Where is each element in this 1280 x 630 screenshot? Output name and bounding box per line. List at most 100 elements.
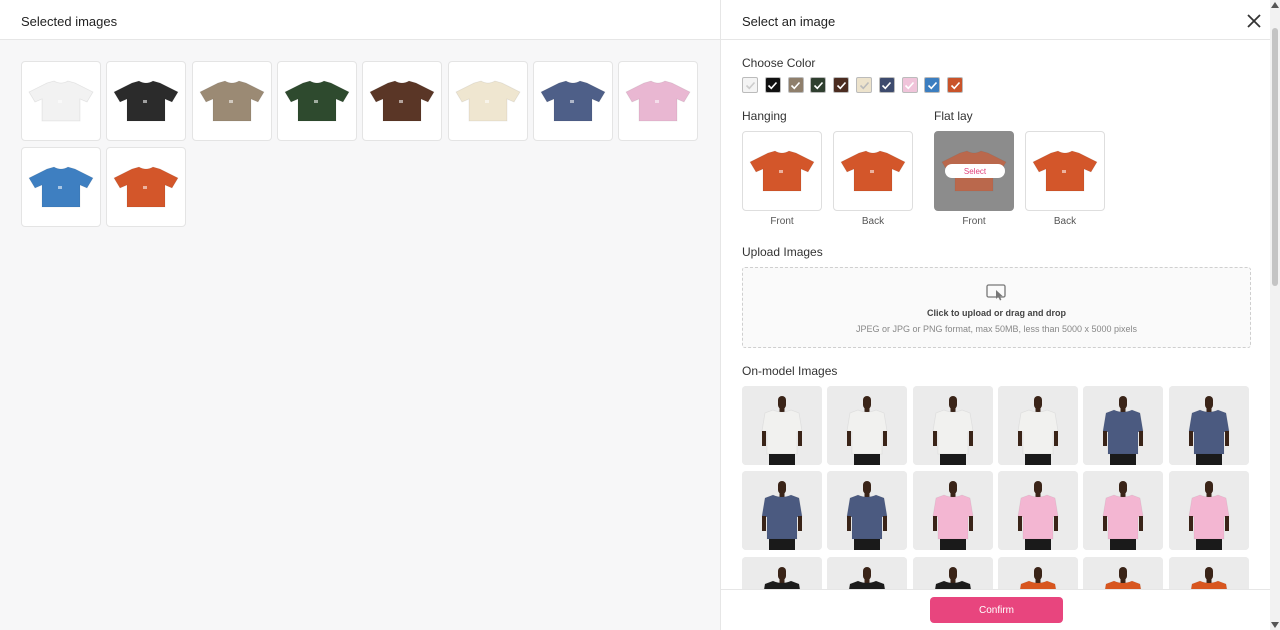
- onmodel-images-label: On-model Images: [742, 364, 838, 378]
- tshirt-image: [28, 166, 94, 208]
- checkmark-icon: [882, 81, 892, 89]
- tshirt-image: [284, 80, 350, 122]
- checkmark-icon: [859, 81, 869, 89]
- selected-image-tile[interactable]: [21, 61, 101, 141]
- close-icon[interactable]: [1246, 13, 1262, 29]
- onmodel-image-tile[interactable]: [912, 556, 993, 590]
- tshirt-image: [199, 80, 265, 122]
- onmodel-image-tile[interactable]: [912, 471, 993, 551]
- checkmark-icon: [745, 81, 755, 89]
- color-swatch[interactable]: [924, 77, 941, 93]
- flatlay-back-label: Back: [1053, 216, 1077, 227]
- hanging-back-card[interactable]: [833, 131, 913, 211]
- selected-image-tile[interactable]: [106, 61, 187, 141]
- onmodel-image-tile[interactable]: [827, 386, 908, 465]
- model-photo: [997, 471, 1078, 551]
- onmodel-image-tile[interactable]: [827, 556, 908, 590]
- tshirt-image: [840, 150, 906, 192]
- checkmark-icon: [950, 81, 960, 89]
- drawer-scrollbar[interactable]: [1270, 0, 1280, 630]
- drawer-title: Select an image: [742, 14, 836, 29]
- model-photo: [1168, 471, 1249, 551]
- hanging-front-label: Front: [770, 216, 794, 227]
- model-photo: [1168, 386, 1249, 465]
- color-swatch[interactable]: [833, 77, 850, 93]
- tshirt-image: [454, 80, 521, 122]
- selected-image-tile[interactable]: [532, 61, 613, 141]
- tshirt-image: [113, 166, 179, 208]
- onmodel-image-tile[interactable]: [997, 556, 1078, 590]
- onmodel-image-tile[interactable]: [742, 471, 822, 551]
- color-swatch[interactable]: [742, 77, 758, 93]
- hanging-label: Hanging: [742, 109, 787, 123]
- onmodel-image-tile[interactable]: [1083, 386, 1164, 465]
- tshirt-image: [28, 80, 94, 122]
- flatlay-front-label: Front: [962, 216, 986, 227]
- model-photo: [912, 471, 993, 551]
- onmodel-image-tile[interactable]: [997, 386, 1078, 465]
- drawer-footer: Confirm: [721, 589, 1271, 630]
- selected-images-header: Selected images: [0, 0, 720, 40]
- upload-images-label: Upload Images: [742, 245, 823, 259]
- model-photo: [1168, 556, 1249, 590]
- drawer-body: Choose Color Hanging Flat lay Front Back…: [721, 40, 1271, 590]
- model-photo: [1083, 556, 1164, 590]
- scroll-down-arrow-icon[interactable]: [1271, 622, 1279, 628]
- hanging-back-label: Back: [861, 216, 885, 227]
- color-swatch[interactable]: [810, 77, 827, 93]
- color-swatch[interactable]: [856, 77, 872, 93]
- hanging-front-card[interactable]: [742, 131, 822, 211]
- model-photo: [1083, 471, 1164, 551]
- selected-image-tile[interactable]: [21, 147, 101, 227]
- checkmark-icon: [791, 81, 801, 89]
- checkmark-icon: [927, 81, 937, 89]
- color-swatch[interactable]: [878, 77, 895, 93]
- model-photo: [912, 556, 993, 590]
- checkmark-icon: [836, 81, 846, 89]
- flatlay-label: Flat lay: [934, 109, 973, 123]
- upload-cursor-icon: [986, 284, 1006, 301]
- selected-image-tile[interactable]: [618, 61, 699, 141]
- confirm-button[interactable]: Confirm: [930, 597, 1063, 623]
- selected-image-tile[interactable]: [447, 61, 528, 141]
- choose-color-label: Choose Color: [742, 56, 816, 70]
- upload-format-hint: JPEG or JPG or PNG format, max 50MB, les…: [855, 324, 1138, 334]
- selected-image-tile[interactable]: [191, 61, 272, 141]
- onmodel-image-tile[interactable]: [1083, 556, 1164, 590]
- model-photo: [827, 556, 908, 590]
- onmodel-image-tile[interactable]: [1168, 471, 1249, 551]
- flatlay-back-card[interactable]: [1025, 131, 1105, 211]
- model-photo: [1083, 386, 1164, 465]
- scrollbar-thumb[interactable]: [1272, 28, 1278, 286]
- color-swatch[interactable]: [787, 77, 804, 93]
- selected-image-tile[interactable]: [362, 61, 443, 141]
- color-swatch[interactable]: [764, 77, 781, 93]
- flatlay-front-card[interactable]: Select: [934, 131, 1014, 211]
- tshirt-image: [749, 150, 815, 192]
- color-swatch[interactable]: [901, 77, 918, 93]
- onmodel-image-tile[interactable]: [912, 386, 993, 465]
- model-photo: [742, 386, 822, 465]
- selected-image-tile[interactable]: [276, 61, 357, 141]
- scroll-up-arrow-icon[interactable]: [1271, 2, 1279, 8]
- tshirt-image: [1032, 150, 1098, 192]
- selected-image-tile[interactable]: [106, 147, 187, 227]
- model-photo: [827, 471, 908, 551]
- onmodel-image-tile[interactable]: [1083, 471, 1164, 551]
- select-pill-button[interactable]: Select: [945, 164, 1005, 178]
- select-image-drawer: Select an image Choose Color Hanging Fla…: [720, 0, 1280, 630]
- onmodel-image-tile[interactable]: [1168, 556, 1249, 590]
- onmodel-image-tile[interactable]: [1168, 386, 1249, 465]
- model-photo: [827, 386, 908, 465]
- onmodel-image-tile[interactable]: [742, 556, 822, 590]
- upload-dropzone[interactable]: Click to upload or drag and drop JPEG or…: [742, 267, 1251, 348]
- onmodel-image-tile[interactable]: [827, 471, 908, 551]
- color-swatch[interactable]: [947, 77, 964, 93]
- onmodel-image-tile[interactable]: [997, 471, 1078, 551]
- model-photo: [997, 386, 1078, 465]
- onmodel-image-tile[interactable]: [742, 386, 822, 465]
- drawer-header: Select an image: [721, 0, 1280, 40]
- upload-instructions: Click to upload or drag and drop: [926, 308, 1066, 318]
- tshirt-image: [369, 80, 435, 122]
- selected-images-panel: Selected images: [0, 0, 720, 630]
